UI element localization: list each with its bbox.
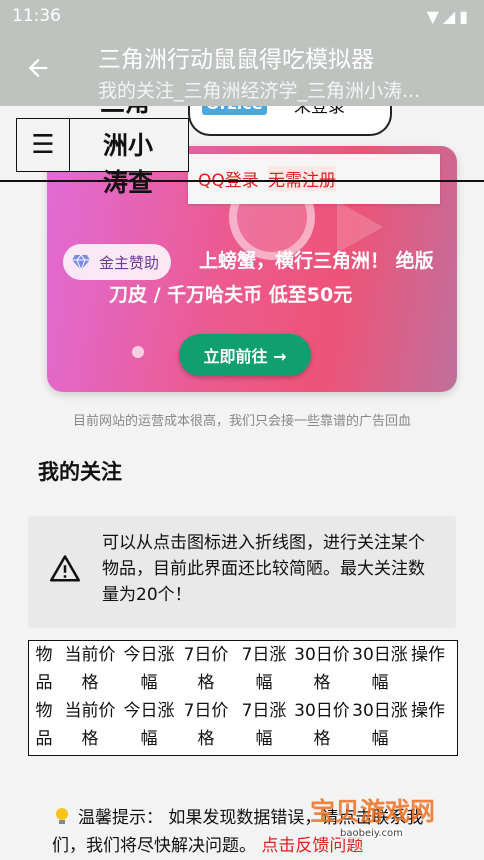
web-content: 三角 Orzice 未登录 上螃蟹，横行三角洲！ 绝版刀皮 / 千万哈夫币 低至… (0, 106, 484, 860)
section-title: 我的关注 (38, 460, 122, 484)
login-status: 未登录 (294, 106, 345, 117)
watermark-text: 宝贝游戏网 (310, 797, 436, 826)
no-register-label: 无需注册 (268, 166, 336, 191)
app-title: 三角洲行动鼠鼠得吃模拟器 (98, 47, 374, 73)
col-7d-change: 7日涨幅 (241, 701, 287, 749)
back-arrow-icon[interactable] (24, 54, 52, 82)
notice-box: 可以从点击图标进入折线图，进行关注某个物品，目前此界面还比较简陋。最大关注数量为… (28, 516, 456, 628)
col-action: 操作 (411, 701, 445, 721)
notice-text: 可以从点击图标进入折线图，进行关注某个物品，目前此界面还比较简陋。最大关注数量为… (102, 533, 425, 605)
site-brand-text: 洲小涛查 (103, 131, 154, 197)
tip-label: 温馨提示： (78, 808, 163, 828)
menu-button[interactable]: ☰ (16, 118, 70, 172)
col-30d-change: 30日涨幅 (352, 645, 408, 693)
login-status-pill[interactable]: Orzice 未登录 (188, 106, 392, 136)
watermark-url: baobeiy.com (340, 828, 403, 839)
col-action: 操作 (411, 645, 445, 665)
site-brand[interactable]: 洲小涛查 (69, 118, 189, 197)
status-icons: ▼◢▮ (427, 7, 472, 26)
col-7d-price: 7日价格 (183, 645, 229, 693)
col-30d-price: 30日价格 (294, 645, 350, 693)
sponsor-badge: 金主赞助 (63, 244, 172, 280)
watermark: 宝贝游戏网 baobeiy.com (310, 778, 460, 848)
col-item: 物品 (35, 701, 53, 749)
col-30d-change: 30日涨幅 (352, 701, 408, 749)
login-logo: Orzice (202, 106, 267, 115)
col-7d-price: 7日价格 (183, 701, 229, 749)
table-header-row: 物品 当前价格 今日涨幅 7日价格 7日涨幅 30日价格 30日涨幅 操作 (29, 697, 457, 753)
table-header-row: 物品 当前价格 今日涨幅 7日价格 7日涨幅 30日价格 30日涨幅 操作 (29, 641, 457, 697)
warning-icon (50, 555, 80, 582)
sponsor-label: 金主赞助 (99, 253, 160, 272)
login-hint-panel: QQ登录 无需注册 (188, 154, 440, 204)
col-price: 当前价格 (64, 645, 116, 693)
signal-icon: ◢ (442, 7, 460, 26)
col-today-change: 今日涨幅 (123, 701, 175, 749)
lightbulb-icon (56, 808, 68, 824)
diamond-icon (72, 254, 90, 272)
qq-login-link[interactable]: QQ登录 (198, 166, 259, 191)
col-7d-change: 7日涨幅 (241, 645, 287, 693)
go-now-button[interactable]: 立即前往 → (179, 334, 311, 376)
app-bar: 三角洲行动鼠鼠得吃模拟器 我的关注_三角洲经济学_三角洲小涛... (0, 34, 484, 106)
ad-note: 目前网站的运营成本很高，我们只会接一些靠谱的广告回血 (72, 414, 411, 429)
banner-dot (132, 346, 144, 358)
app-subtitle: 我的关注_三角洲经济学_三角洲小涛... (98, 80, 421, 102)
status-time: 11:36 (12, 6, 61, 26)
col-today-change: 今日涨幅 (123, 645, 175, 693)
header-divider (0, 180, 484, 182)
follow-table: 物品 当前价格 今日涨幅 7日价格 7日涨幅 30日价格 30日涨幅 操作 物品… (28, 640, 458, 756)
status-bar: 11:36 ▼◢▮ (0, 0, 484, 34)
wifi-icon: ▼ (426, 7, 443, 26)
battery-icon: ▮ (459, 7, 472, 26)
col-item: 物品 (35, 645, 53, 693)
col-price: 当前价格 (64, 701, 116, 749)
col-30d-price: 30日价格 (294, 701, 350, 749)
hamburger-icon: ☰ (31, 130, 55, 160)
